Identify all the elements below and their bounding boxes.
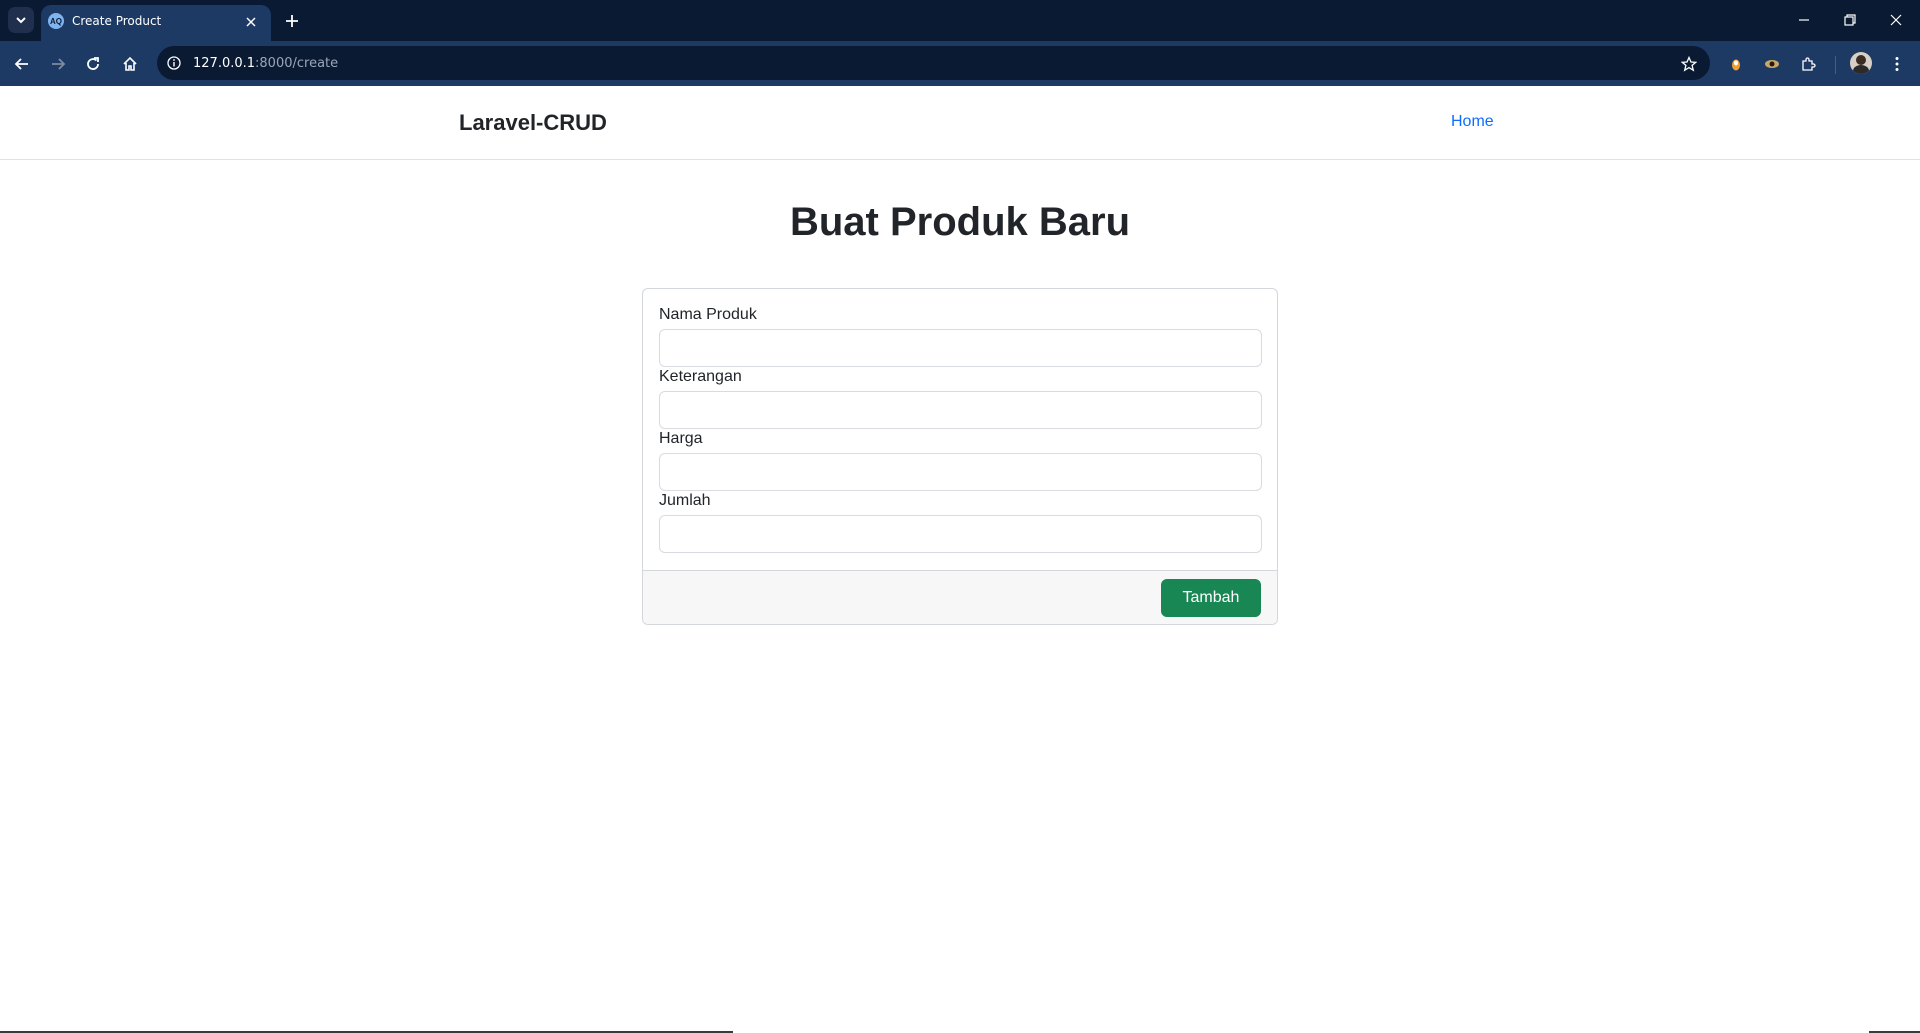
browser-menu-button[interactable] bbox=[1885, 52, 1909, 76]
extension-orange-icon bbox=[1732, 59, 1740, 71]
back-button[interactable] bbox=[10, 52, 34, 76]
extensions-button[interactable] bbox=[1797, 52, 1821, 76]
forward-button[interactable] bbox=[46, 52, 70, 76]
extension-button-2[interactable] bbox=[1760, 52, 1784, 76]
plus-icon bbox=[286, 15, 298, 27]
info-icon bbox=[167, 56, 181, 70]
extension-button-1[interactable] bbox=[1724, 52, 1748, 76]
home-button[interactable] bbox=[118, 52, 142, 76]
reload-button[interactable] bbox=[81, 52, 105, 76]
kebab-menu-icon bbox=[1895, 57, 1899, 71]
harga-input[interactable] bbox=[659, 453, 1262, 491]
url-host: 127.0.0.1 bbox=[193, 56, 256, 71]
restore-icon bbox=[1844, 14, 1856, 26]
browser-toolbar: 127.0.0.1:8000/create bbox=[0, 41, 1920, 86]
restore-button[interactable] bbox=[1835, 8, 1865, 32]
chevron-down-icon bbox=[16, 17, 26, 24]
tab-favicon-icon: AQ bbox=[48, 13, 64, 29]
browser-tab-active[interactable]: AQ Create Product bbox=[41, 5, 271, 41]
home-icon bbox=[123, 56, 137, 71]
tab-search-button[interactable] bbox=[8, 7, 34, 33]
minimize-icon bbox=[1799, 19, 1809, 21]
site-info-button[interactable] bbox=[166, 55, 182, 71]
url-text[interactable]: 127.0.0.1:8000/create bbox=[193, 56, 338, 71]
harga-label: Harga bbox=[659, 430, 703, 447]
new-tab-button[interactable] bbox=[281, 10, 303, 32]
arrow-right-icon bbox=[52, 58, 66, 70]
close-window-button[interactable] bbox=[1881, 8, 1911, 32]
jumlah-input[interactable] bbox=[659, 515, 1262, 553]
keterangan-label: Keterangan bbox=[659, 368, 742, 385]
page-title: Buat Produk Baru bbox=[789, 200, 1131, 244]
bookmark-button[interactable] bbox=[1680, 55, 1698, 73]
keterangan-input[interactable] bbox=[659, 391, 1262, 429]
close-icon bbox=[246, 17, 256, 27]
nav-home-link[interactable]: Home bbox=[1451, 113, 1494, 131]
nama-produk-input[interactable] bbox=[659, 329, 1262, 367]
address-bar[interactable]: 127.0.0.1:8000/create bbox=[157, 46, 1710, 80]
nama-produk-label: Nama Produk bbox=[659, 306, 757, 323]
url-path: :8000/create bbox=[255, 56, 339, 71]
star-icon bbox=[1681, 56, 1697, 72]
create-product-form: Nama Produk Keterangan Harga Jumlah Tamb… bbox=[642, 288, 1278, 625]
tab-close-button[interactable] bbox=[243, 14, 259, 30]
extension-eye-icon bbox=[1765, 60, 1779, 68]
arrow-left-icon bbox=[14, 58, 28, 70]
tab-title: Create Product bbox=[72, 14, 162, 28]
profile-avatar[interactable] bbox=[1850, 52, 1872, 74]
reload-icon bbox=[87, 57, 99, 70]
toolbar-divider bbox=[1835, 56, 1836, 74]
tambah-button[interactable]: Tambah bbox=[1161, 579, 1261, 617]
tab-favicon-text: AQ bbox=[50, 16, 62, 26]
minimize-button[interactable] bbox=[1789, 8, 1819, 32]
browser-tabbar: AQ Create Product bbox=[0, 0, 1920, 41]
form-footer: Tambah bbox=[643, 570, 1277, 624]
puzzle-icon bbox=[1802, 57, 1816, 71]
navbar-brand[interactable]: Laravel-CRUD bbox=[459, 110, 607, 136]
jumlah-label: Jumlah bbox=[659, 492, 711, 509]
site-navbar: Laravel-CRUD Home bbox=[0, 86, 1920, 160]
close-icon bbox=[1890, 14, 1902, 26]
